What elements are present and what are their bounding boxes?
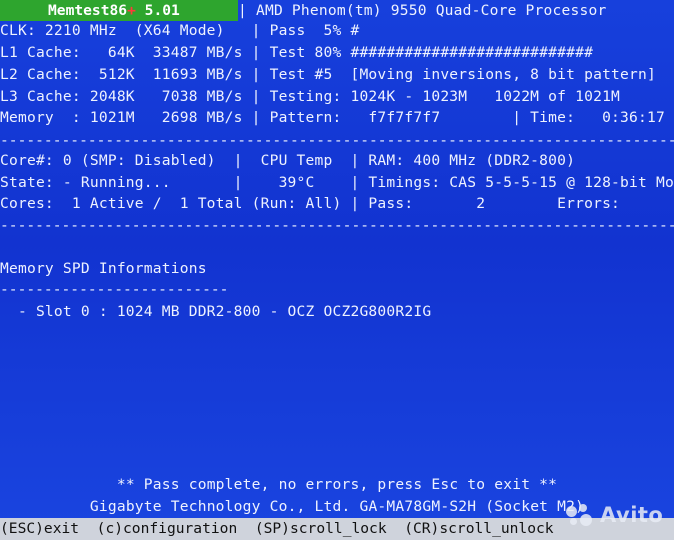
cores-line: Cores: 1 Active / 1 Total (Run: All) | P… [0, 195, 674, 212]
l1-cache-line: L1 Cache: 64K 33487 MB/s | Test 80% ####… [0, 44, 594, 61]
scroll-lock-key[interactable]: (SP)scroll_lock [255, 520, 387, 537]
spd-underline: -------------------------- [0, 283, 229, 297]
memtest-screen: Memtest86+ 5.01 | AMD Phenom(tm) 9550 Qu… [0, 0, 674, 540]
cpu-model: | AMD Phenom(tm) 9550 Quad-Core Processo… [238, 2, 607, 19]
clock-line: CLK: 2210 MHz (X64 Mode) | Pass 5% # [0, 22, 360, 39]
configuration-key[interactable]: (c)configuration [97, 520, 238, 537]
spd-title: Memory SPD Informations [0, 260, 207, 277]
watermark-text: Avito [600, 503, 664, 527]
scroll-unlock-key[interactable]: (CR)scroll_unlock [404, 520, 553, 537]
app-name: Memtest86 [48, 2, 128, 19]
state-line: State: - Running... | 39°C | Timings: CA… [0, 174, 674, 191]
app-version: 5.01 [135, 2, 180, 19]
memory-line: Memory : 1021M 2698 MB/s | Pattern: f7f7… [0, 109, 665, 126]
avito-logo-icon [566, 504, 594, 526]
esc-exit-key[interactable]: (ESC)exit [0, 520, 79, 537]
spd-slot-0: - Slot 0 : 1024 MB DDR2-800 - OCZ OCZ2G8… [0, 303, 432, 320]
l3-cache-line: L3 Cache: 2048K 7038 MB/s | Testing: 102… [0, 88, 621, 105]
l2-cache-line: L2 Cache: 512K 11693 MB/s | Test #5 [Mov… [0, 66, 656, 83]
app-title: Memtest86+ 5.01 [48, 0, 180, 21]
app-plus-sign: + [127, 2, 136, 19]
separator-bottom: ----------------------------------------… [0, 219, 674, 233]
pass-complete-message: ** Pass complete, no errors, press Esc t… [116, 476, 558, 493]
core-line: Core#: 0 (SMP: Disabled) | CPU Temp | RA… [0, 152, 576, 169]
separator-top: ----------------------------------------… [0, 134, 674, 148]
avito-watermark: Avito [566, 502, 663, 528]
